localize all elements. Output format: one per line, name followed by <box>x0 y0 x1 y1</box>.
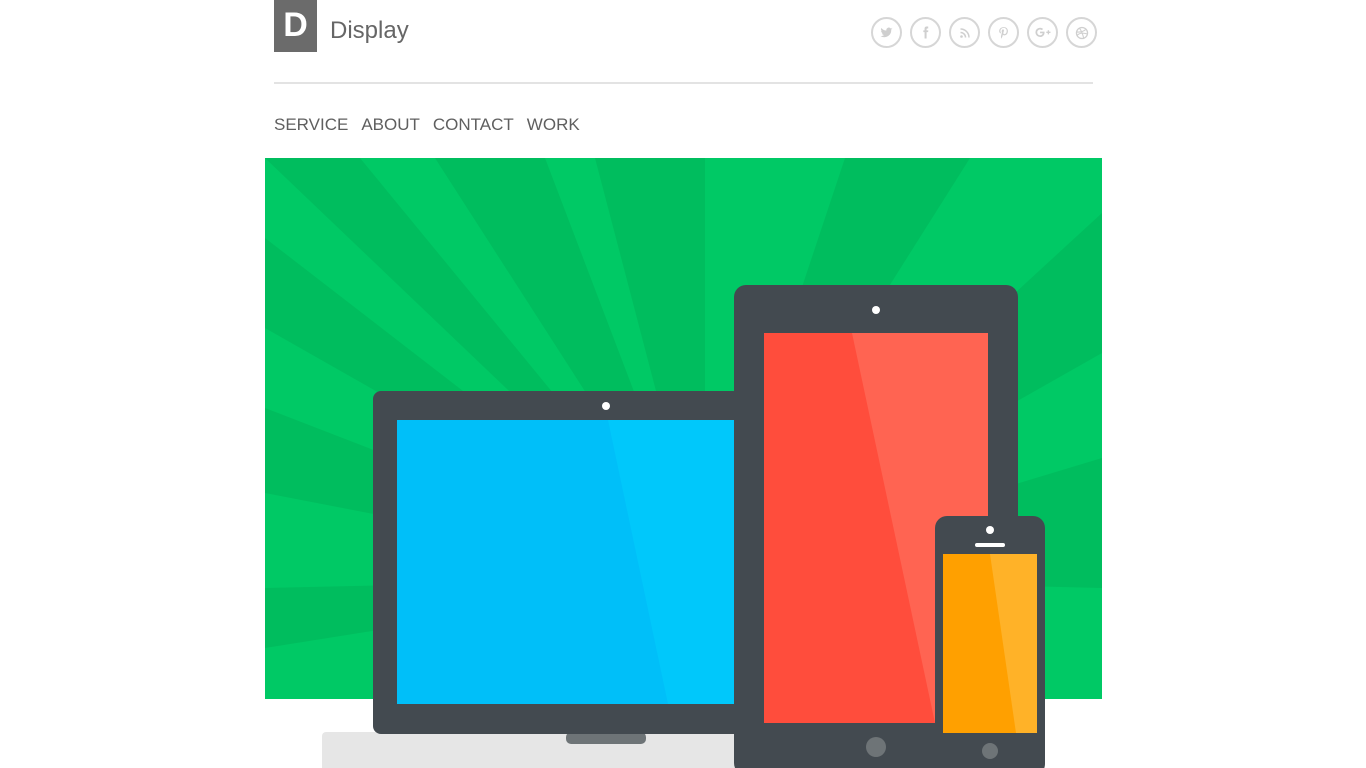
phone-home-button <box>982 743 998 759</box>
header-divider <box>274 82 1093 84</box>
sunburst-background <box>265 158 1102 699</box>
twitter-icon[interactable] <box>871 17 902 48</box>
facebook-icon[interactable] <box>910 17 941 48</box>
rss-icon[interactable] <box>949 17 980 48</box>
nav-item-work[interactable]: WORK <box>527 114 580 136</box>
social-links <box>871 17 1097 48</box>
pinterest-icon[interactable] <box>988 17 1019 48</box>
main-nav: SERVICE ABOUT CONTACT WORK <box>274 114 580 136</box>
tablet-home-button <box>866 737 886 757</box>
site-title[interactable]: Display <box>330 16 409 46</box>
nav-item-contact[interactable]: CONTACT <box>433 114 514 136</box>
laptop-base <box>322 732 752 768</box>
laptop-notch <box>566 732 646 744</box>
logo[interactable]: D <box>274 0 317 52</box>
dribbble-icon[interactable] <box>1066 17 1097 48</box>
hero-banner <box>265 158 1102 699</box>
page: D Display SERVICE ABOUT CONTACT WORK <box>0 0 1366 768</box>
nav-item-about[interactable]: ABOUT <box>361 114 420 136</box>
google-plus-icon[interactable] <box>1027 17 1058 48</box>
nav-item-service[interactable]: SERVICE <box>274 114 348 136</box>
